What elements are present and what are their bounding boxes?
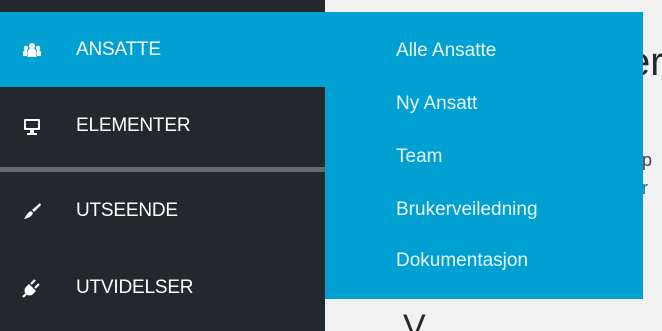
paintbrush-icon <box>22 201 42 221</box>
monitor-icon <box>22 116 42 136</box>
section-heading: V <box>403 310 426 331</box>
sidebar-item-label: UTSEENDE <box>76 200 178 221</box>
sidebar-item-utvidelser[interactable]: UTVIDELSER <box>0 250 325 326</box>
sidebar-item-utseende[interactable]: UTSEENDE <box>0 172 325 250</box>
sidebar-item-label: ANSATTE <box>76 38 161 60</box>
submenu-item-ny-ansatt[interactable]: Ny Ansatt <box>396 93 477 115</box>
admin-sidebar: ANSATTE ELEMENTER UTSEENDE UTVIDELSER <box>0 0 325 331</box>
sidebar-top-strip <box>0 0 325 12</box>
sidebar-item-label: ELEMENTER <box>76 115 191 136</box>
submenu-item-brukerveiledning[interactable]: Brukerveiledning <box>396 199 538 221</box>
sidebar-item-label: UTVIDELSER <box>76 277 194 298</box>
sidebar-item-elementer[interactable]: ELEMENTER <box>0 87 325 165</box>
submenu-flyout: Alle Ansatte Ny Ansatt Team Brukerveiled… <box>325 12 643 299</box>
sidebar-item-ansatte[interactable]: ANSATTE <box>0 12 325 87</box>
plugin-icon <box>22 278 42 298</box>
users-group-icon <box>22 40 42 60</box>
submenu-item-team[interactable]: Team <box>396 146 442 168</box>
submenu-item-dokumentasjon[interactable]: Dokumentasjon <box>396 250 528 272</box>
submenu-item-alle-ansatte[interactable]: Alle Ansatte <box>396 40 496 62</box>
